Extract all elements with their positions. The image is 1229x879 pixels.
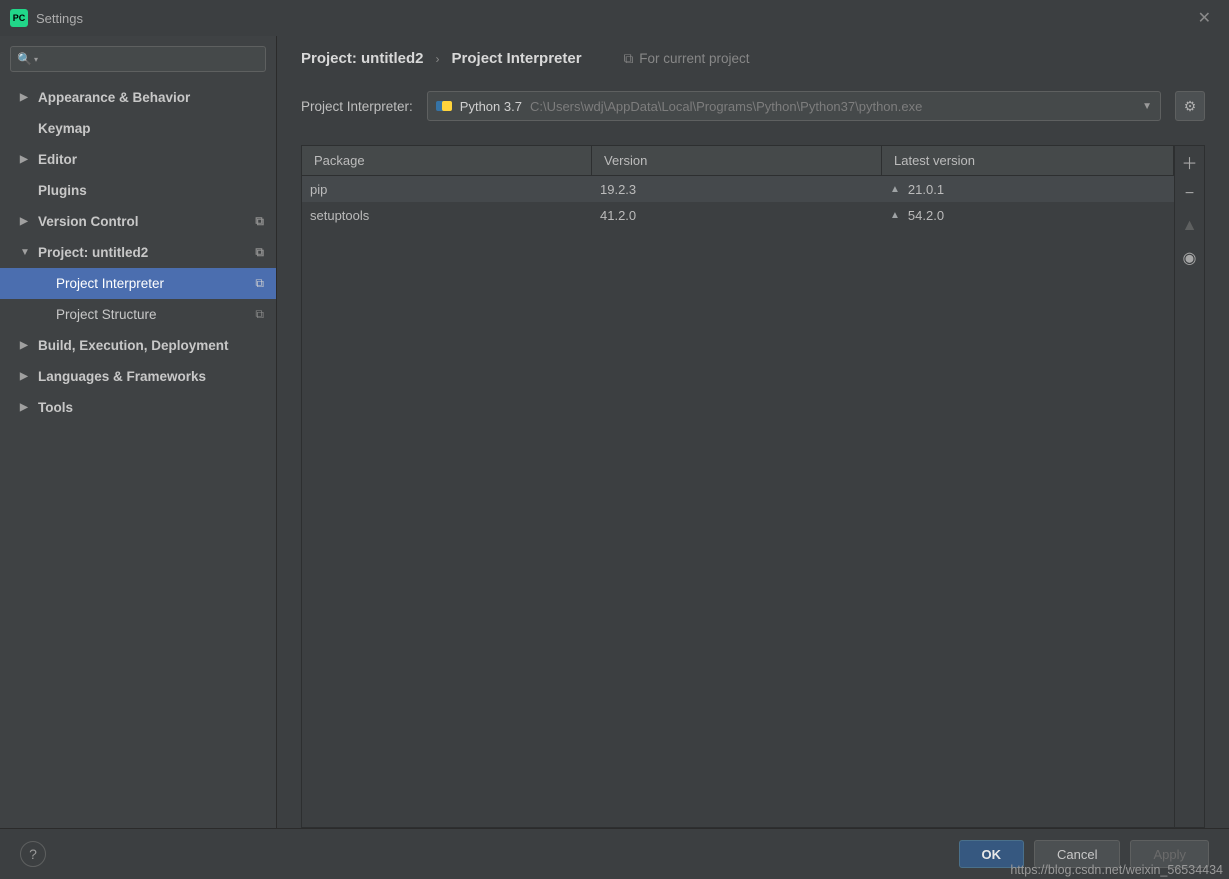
search-dropdown-icon: ▾	[34, 55, 38, 64]
help-button[interactable]: ?	[20, 841, 46, 867]
sidebar-item-label: Plugins	[38, 183, 87, 198]
expand-icon: ▶	[20, 402, 32, 413]
sidebar-item-label: Project: untitled2	[38, 245, 148, 260]
breadcrumb-root: Project: untitled2	[301, 50, 424, 67]
python-icon	[436, 98, 452, 114]
sidebar: 🔍▾ ▶Appearance & Behavior▶Keymap▶Editor▶…	[0, 36, 277, 828]
breadcrumb-leaf: Project Interpreter	[452, 50, 582, 67]
sidebar-item[interactable]: ▶ Tools	[0, 392, 276, 423]
expand-icon: ▶	[20, 340, 32, 351]
sidebar-item-label: Version Control	[38, 214, 139, 229]
sidebar-item[interactable]: ▼ Project: untitled2 ⧉	[0, 237, 276, 268]
upgrade-package-button[interactable]: ▲	[1176, 210, 1204, 242]
search-input[interactable]: 🔍▾	[10, 46, 266, 72]
sidebar-item[interactable]: ▶ Build, Execution, Deployment	[0, 330, 276, 361]
cell-package: pip	[302, 182, 592, 197]
close-button[interactable]: ✕	[1190, 4, 1219, 32]
ok-button[interactable]: OK	[959, 840, 1025, 868]
upgrade-available-icon: ▲	[890, 184, 900, 195]
copy-icon: ⧉	[255, 276, 264, 291]
sidebar-item-label: Editor	[38, 152, 77, 167]
cell-latest: ▲21.0.1	[882, 182, 1174, 197]
sidebar-item[interactable]: ▶ Editor	[0, 144, 276, 175]
sidebar-item-label: Languages & Frameworks	[38, 369, 206, 384]
sidebar-item[interactable]: ▶Plugins	[0, 175, 276, 206]
interpreter-settings-button[interactable]: ⚙	[1175, 91, 1205, 121]
show-early-releases-button[interactable]: ◉	[1176, 242, 1204, 274]
packages-toolbar: ＋ − ▲ ◉	[1175, 145, 1205, 828]
sidebar-subitem[interactable]: Project Structure ⧉	[0, 299, 276, 330]
sidebar-item[interactable]: ▶Keymap	[0, 113, 276, 144]
sidebar-item-label: Project Interpreter	[56, 276, 164, 291]
sidebar-item-label: Tools	[38, 400, 73, 415]
expand-icon: ▶	[20, 216, 32, 227]
remove-package-button[interactable]: −	[1176, 178, 1204, 210]
gear-icon: ⚙	[1184, 98, 1197, 115]
sidebar-item[interactable]: ▶ Languages & Frameworks	[0, 361, 276, 392]
cell-version: 41.2.0	[592, 208, 882, 223]
interpreter-dropdown[interactable]: Python 3.7 C:\Users\wdj\AppData\Local\Pr…	[427, 91, 1161, 121]
packages-header: Package Version Latest version	[302, 146, 1174, 176]
cancel-button[interactable]: Cancel	[1034, 840, 1120, 868]
sidebar-item[interactable]: ▶ Appearance & Behavior	[0, 82, 276, 113]
window-title: Settings	[36, 11, 1190, 26]
cell-package: setuptools	[302, 208, 592, 223]
sidebar-item-label: Project Structure	[56, 307, 157, 322]
cell-version: 19.2.3	[592, 182, 882, 197]
copy-icon: ⧉	[255, 245, 264, 260]
sidebar-subitem[interactable]: Project Interpreter ⧉	[0, 268, 276, 299]
sidebar-item-label: Keymap	[38, 121, 91, 136]
interpreter-label: Project Interpreter:	[301, 99, 413, 114]
cell-latest: ▲54.2.0	[882, 208, 1174, 223]
expand-icon: ▼	[20, 247, 32, 258]
interpreter-path: C:\Users\wdj\AppData\Local\Programs\Pyth…	[530, 99, 1134, 114]
table-row[interactable]: setuptools41.2.0▲54.2.0	[302, 202, 1174, 228]
add-package-button[interactable]: ＋	[1176, 146, 1204, 178]
expand-icon: ▶	[20, 371, 32, 382]
packages-table: Package Version Latest version pip19.2.3…	[301, 145, 1175, 828]
interpreter-name: Python 3.7	[460, 99, 522, 114]
header-latest[interactable]: Latest version	[882, 146, 1174, 175]
sidebar-item[interactable]: ▶ Version Control ⧉	[0, 206, 276, 237]
expand-icon: ▶	[20, 154, 32, 165]
header-version[interactable]: Version	[592, 146, 882, 175]
sidebar-item-label: Build, Execution, Deployment	[38, 338, 229, 353]
copy-icon: ⧉	[255, 214, 264, 229]
copy-icon: ⧉	[624, 51, 634, 67]
upgrade-available-icon: ▲	[890, 210, 900, 221]
search-icon: 🔍	[17, 52, 32, 66]
copy-icon: ⧉	[255, 307, 264, 322]
chevron-down-icon: ▼	[1142, 101, 1152, 112]
table-row[interactable]: pip19.2.3▲21.0.1	[302, 176, 1174, 202]
header-package[interactable]: Package	[302, 146, 592, 175]
expand-icon: ▶	[20, 92, 32, 103]
breadcrumb-hint: ⧉ For current project	[624, 51, 750, 67]
apply-button[interactable]: Apply	[1130, 840, 1209, 868]
dialog-footer: ? OK Cancel Apply	[0, 828, 1229, 879]
titlebar: PC Settings ✕	[0, 0, 1229, 36]
breadcrumb: Project: untitled2 › Project Interpreter…	[301, 50, 1205, 67]
breadcrumb-separator: ›	[436, 52, 440, 66]
sidebar-item-label: Appearance & Behavior	[38, 90, 190, 105]
content-pane: Project: untitled2 › Project Interpreter…	[277, 36, 1229, 828]
app-icon: PC	[10, 9, 28, 27]
